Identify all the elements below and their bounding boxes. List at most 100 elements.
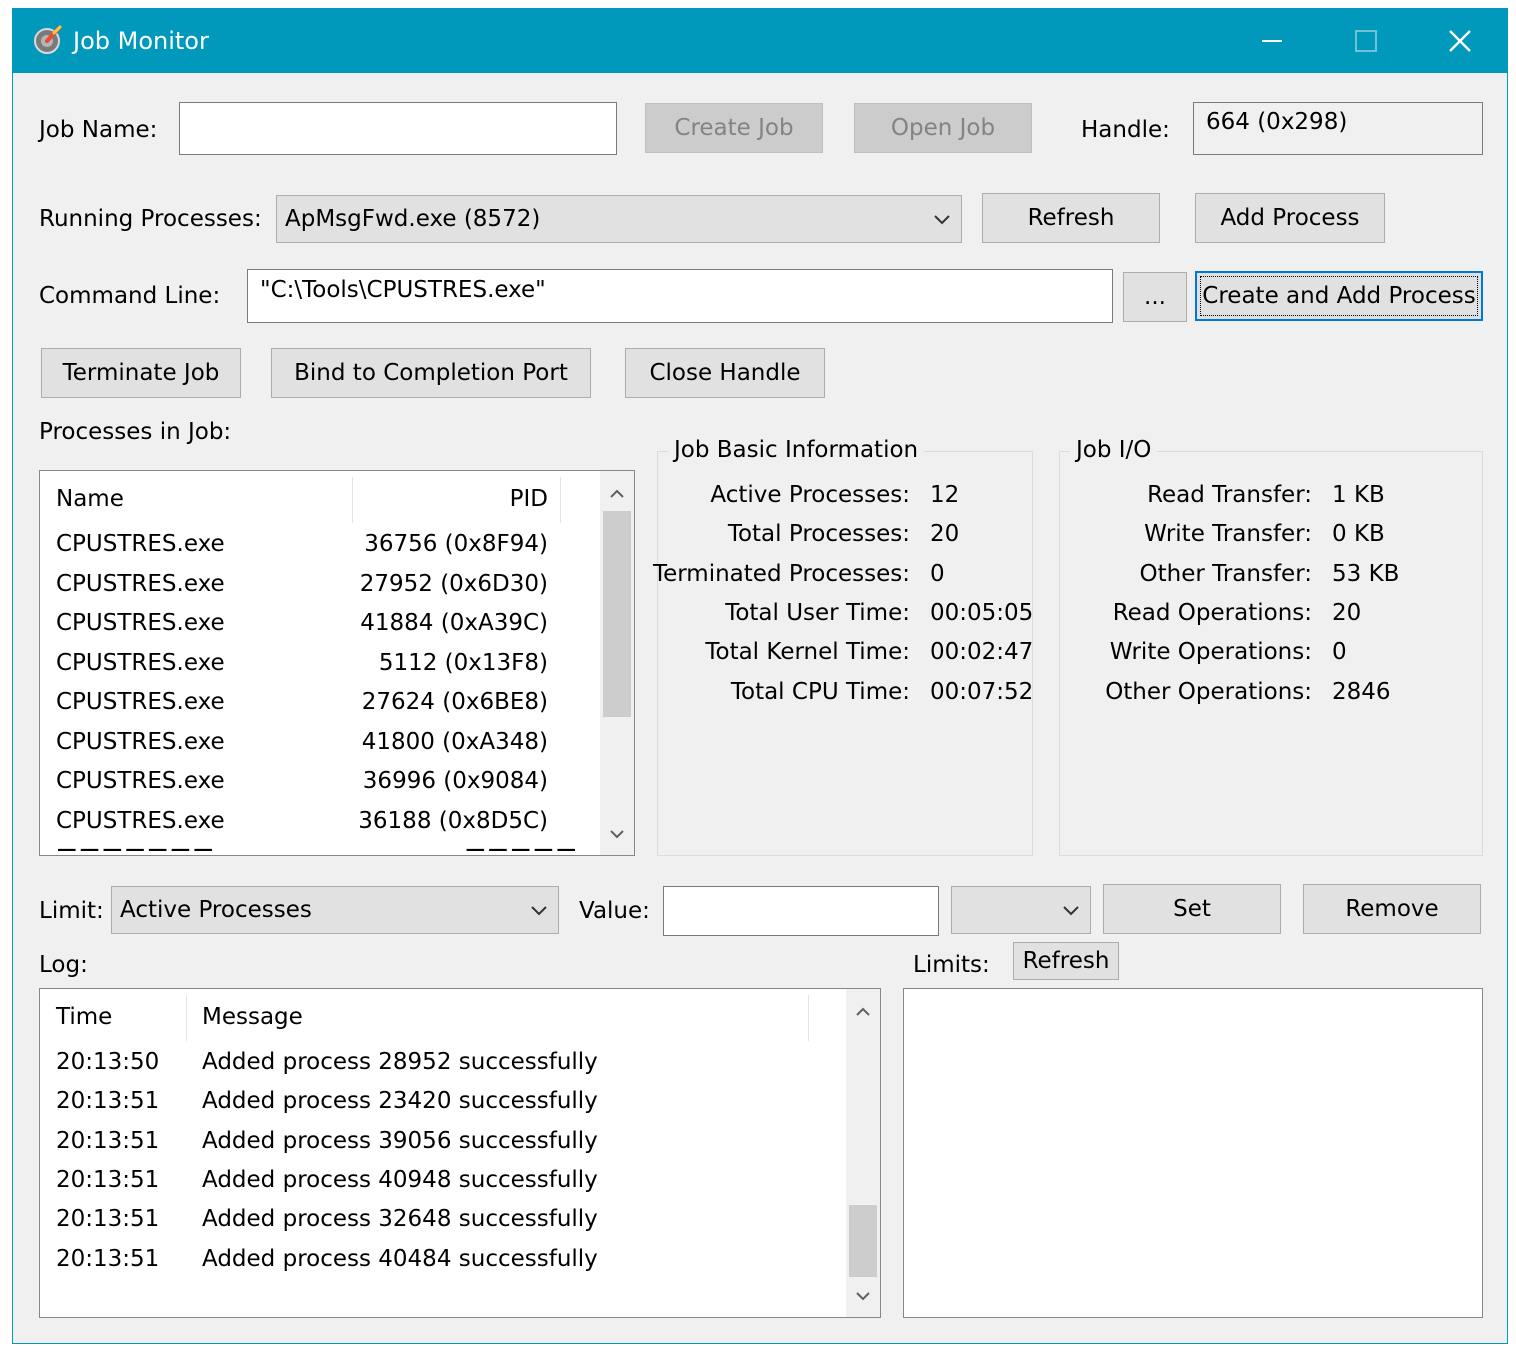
- scroll-up-icon[interactable]: [846, 995, 880, 1029]
- command-line-input[interactable]: "C:\Tools\CPUSTRES.exe": [247, 269, 1113, 323]
- maximize-button[interactable]: [1319, 9, 1411, 73]
- limit-dropdown[interactable]: Active Processes: [111, 886, 559, 934]
- basic-info-label: Total CPU Time:: [730, 678, 910, 705]
- log-time: 20:13:50: [56, 1049, 160, 1075]
- table-row[interactable]: CPUSTRES.exe 41800 (0xA348): [40, 725, 596, 761]
- table-row[interactable]: CPUSTRES.exe 36188 (0x8D5C): [40, 804, 596, 840]
- limit-value-input[interactable]: [663, 886, 939, 936]
- column-header-time[interactable]: Time: [56, 989, 186, 1045]
- minimize-button[interactable]: [1225, 9, 1317, 73]
- close-handle-button[interactable]: Close Handle: [625, 348, 825, 398]
- create-and-add-process-button[interactable]: Create and Add Process: [1195, 271, 1483, 321]
- limit-label: Limit:: [39, 898, 104, 924]
- browse-button[interactable]: ...: [1123, 272, 1187, 322]
- column-separator[interactable]: [352, 477, 353, 523]
- list-item[interactable]: 20:13:51 Added process 40948 successfully: [40, 1163, 840, 1199]
- io-info-label: Read Transfer:: [1147, 482, 1312, 508]
- column-header-name[interactable]: Name: [56, 471, 336, 527]
- basic-info-value: 00:07:52: [930, 678, 1034, 705]
- refresh-processes-button[interactable]: Refresh: [982, 193, 1160, 243]
- process-name: CPUSTRES.exe: [56, 570, 225, 597]
- list-item[interactable]: 20:13:51 Added process 39056 successfully: [40, 1124, 840, 1160]
- column-separator[interactable]: [186, 995, 187, 1041]
- process-pid: 41884 (0xA39C): [360, 610, 548, 636]
- remove-limit-button[interactable]: Remove: [1303, 884, 1481, 934]
- log-time: 20:13:51: [56, 1088, 160, 1115]
- log-list[interactable]: Time Message 20:13:50 Added process 28952…: [39, 988, 881, 1318]
- close-button[interactable]: [1413, 9, 1505, 73]
- terminate-job-button[interactable]: Terminate Job: [41, 348, 241, 398]
- io-info-value: 2846: [1332, 678, 1391, 705]
- basic-info-value: 0: [930, 560, 945, 587]
- process-name: CPUSTRES.exe: [56, 768, 225, 794]
- scroll-down-icon[interactable]: [600, 817, 634, 851]
- limits-list[interactable]: [903, 988, 1483, 1318]
- process-name: CPUSTRES.exe: [56, 610, 225, 636]
- bind-completion-port-button[interactable]: Bind to Completion Port: [271, 348, 591, 398]
- list-item[interactable]: 20:13:50 Added process 28952 successfully: [40, 1045, 840, 1081]
- log-time: 20:13:51: [56, 1127, 160, 1154]
- scroll-thumb[interactable]: [849, 1205, 877, 1277]
- process-name: CPUSTRES.exe: [56, 807, 225, 834]
- running-processes-label: Running Processes:: [39, 206, 262, 232]
- column-separator[interactable]: [808, 995, 809, 1041]
- process-pid: 27952 (0x6D30): [359, 570, 548, 597]
- log-message: Added process 39056 successfully: [202, 1127, 598, 1154]
- io-info-label: Other Transfer:: [1139, 560, 1312, 587]
- window-title: Job Monitor: [73, 27, 209, 55]
- basic-info-value: 12: [930, 482, 960, 508]
- refresh-limits-button[interactable]: Refresh: [1013, 942, 1119, 980]
- table-row[interactable]: CPUSTRES.exe 27624 (0x6BE8): [40, 685, 596, 721]
- job-name-input[interactable]: [179, 102, 617, 155]
- process-name: CPUSTRES.exe: [56, 689, 225, 715]
- log-scrollbar[interactable]: [846, 989, 880, 1317]
- list-item[interactable]: 20:13:51 Added process 32648 successfully: [40, 1202, 840, 1238]
- log-message: Added process 40484 successfully: [202, 1245, 598, 1272]
- create-job-button[interactable]: Create Job: [645, 103, 823, 153]
- basic-info-label: Active Processes:: [710, 482, 910, 508]
- close-icon: [1449, 30, 1471, 52]
- list-item[interactable]: 20:13:51 Added process 40484 successfully: [40, 1242, 840, 1278]
- scroll-thumb[interactable]: [603, 511, 631, 717]
- table-row[interactable]: CPUSTRES.exe 41884 (0xA39C): [40, 606, 596, 642]
- open-job-button[interactable]: Open Job: [854, 103, 1032, 153]
- limit-selected: Active Processes: [120, 897, 312, 923]
- handle-field[interactable]: 664 (0x298): [1193, 102, 1483, 155]
- process-pid: 36188 (0x8D5C): [358, 807, 548, 834]
- scroll-down-icon[interactable]: [846, 1279, 880, 1313]
- running-processes-dropdown[interactable]: ApMsgFwd.exe (8572): [276, 195, 962, 243]
- table-row[interactable]: CPUSTRES.exe 5112 (0x13F8): [40, 646, 596, 682]
- log-time: 20:13:51: [56, 1245, 160, 1272]
- maximize-icon: [1355, 30, 1377, 52]
- io-info-value: 53 KB: [1332, 560, 1400, 587]
- scroll-up-icon[interactable]: [600, 477, 634, 511]
- table-row[interactable]: CPUSTRES.exe 27952 (0x6D30): [40, 567, 596, 603]
- process-name: CPUSTRES.exe: [56, 531, 225, 557]
- job-name-label: Job Name:: [39, 117, 158, 143]
- limit-unit-dropdown[interactable]: [951, 886, 1091, 934]
- job-io-title: Job I/O: [1070, 435, 1158, 465]
- log-message: Added process 32648 successfully: [202, 1206, 598, 1233]
- app-icon: [33, 25, 63, 55]
- process-list-scrollbar[interactable]: [600, 471, 634, 855]
- add-process-button[interactable]: Add Process: [1195, 193, 1385, 243]
- log-message: Added process 28952 successfully: [202, 1049, 598, 1075]
- basic-info-value: 00:05:05: [930, 599, 1034, 626]
- column-header-message[interactable]: Message: [202, 989, 802, 1045]
- process-pid: 5112 (0x13F8): [378, 649, 548, 676]
- set-limit-button[interactable]: Set: [1103, 884, 1281, 934]
- log-time: 20:13:51: [56, 1166, 160, 1193]
- column-separator[interactable]: [560, 477, 561, 523]
- basic-info-label: Total User Time:: [725, 599, 910, 626]
- column-header-name-label: Name: [56, 486, 124, 512]
- processes-in-job-list[interactable]: Name PID CPUSTRES.exe 36756 (0x8F94) CPUST…: [39, 470, 635, 856]
- table-row[interactable]: CPUSTRES.exe 36996 (0x9084): [40, 764, 596, 800]
- column-header-pid[interactable]: PID: [354, 471, 548, 527]
- table-row[interactable]: CPUSTRES.exe 36756 (0x8F94): [40, 527, 596, 563]
- process-pid: 27624 (0x6BE8): [361, 689, 548, 715]
- io-info-label: Other Operations:: [1105, 678, 1312, 705]
- list-item[interactable]: 20:13:51 Added process 23420 successfully: [40, 1084, 840, 1120]
- column-header-time-label: Time: [56, 1004, 113, 1030]
- handle-label: Handle:: [1081, 117, 1170, 143]
- limits-label: Limits:: [913, 952, 990, 978]
